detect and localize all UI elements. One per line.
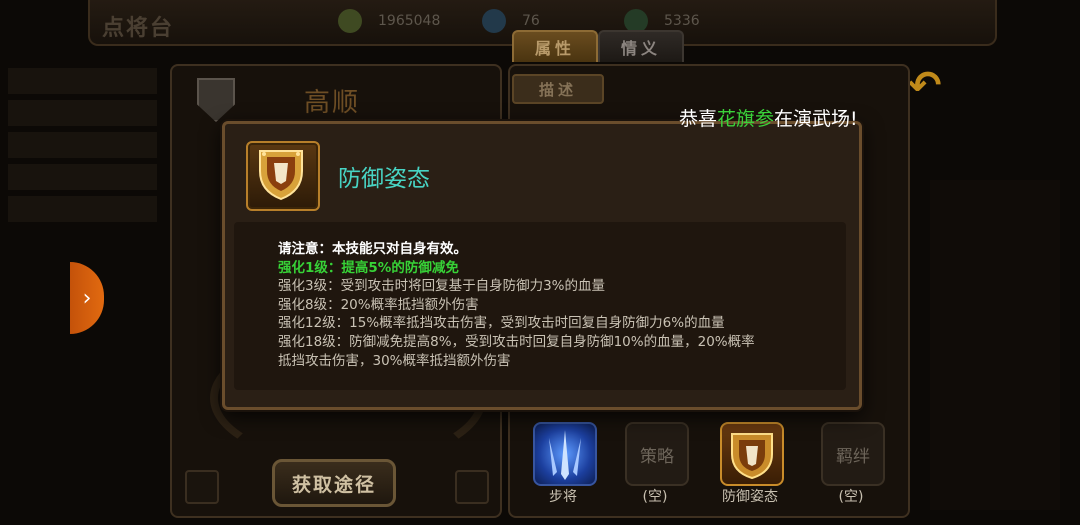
back-arrow-icon[interactable]: ↶ [908, 66, 952, 106]
skill-level-line: 抵挡攻击伤害，30%概率抵挡额外伤害 [278, 352, 511, 369]
tab-attributes[interactable]: 属性 [512, 30, 598, 62]
list-item[interactable] [8, 164, 157, 190]
side-decoration [930, 180, 1060, 510]
broadcast-message: 恭喜花旗参在演武场! [679, 104, 858, 131]
list-item[interactable] [8, 100, 157, 126]
broadcast-suffix: 在演武场! [774, 108, 858, 130]
chevron-right-icon: › [82, 285, 92, 311]
skill-slot-label: 步将 [549, 489, 577, 505]
list-item[interactable] [8, 196, 157, 222]
tab-bonds[interactable]: 情义 [598, 30, 684, 62]
resource-gem-value: 76 [522, 13, 540, 29]
skill-slot-strategy[interactable]: 策略 [625, 422, 689, 486]
skill-slot-label: (空) [642, 489, 668, 505]
coin-icon [338, 9, 362, 33]
shield-icon [731, 433, 773, 480]
shield-icon [259, 150, 303, 201]
resource-gold-value: 1965048 [378, 13, 441, 29]
page-title: 点将台 [102, 16, 175, 41]
skill-level-line: 强化3级：受到攻击时将回复基于自身防御力3%的血量 [278, 278, 606, 295]
broadcast-player: 花旗参 [717, 108, 775, 130]
obtain-source-button[interactable]: 获取途径 [272, 459, 396, 507]
corner-frame-icon [455, 470, 489, 504]
hero-list[interactable] [0, 62, 165, 292]
skill-level-line: 强化8级：20%概率抵挡额外伤害 [278, 296, 479, 313]
hero-name: 高顺 [304, 88, 361, 118]
list-item[interactable] [8, 68, 157, 94]
resource-energy-value: 5336 [664, 13, 700, 29]
skill-slot-infantry[interactable] [533, 422, 597, 486]
list-item[interactable] [8, 132, 157, 158]
skill-slot-defense[interactable] [720, 422, 784, 486]
skill-description: 请注意：本技能只对自身有效。 强化1级：提高5%的防御减免 强化3级：受到攻击时… [278, 240, 755, 370]
skill-level-line: 强化1级：提高5%的防御减免 [278, 259, 459, 276]
skill-level-line: 强化12级：15%概率抵挡攻击伤害，受到攻击时回复自身防御力6%的血量 [278, 315, 725, 332]
skill-slot-bond[interactable]: 羁绊 [821, 422, 885, 486]
skill-name: 防御姿态 [338, 166, 430, 192]
skill-slot-label: (空) [838, 489, 864, 505]
skill-slot-label: 防御姿态 [722, 489, 778, 505]
tab-description[interactable]: 描述 [512, 74, 604, 104]
skill-note: 请注意：本技能只对自身有效。 [278, 241, 467, 257]
broadcast-prefix: 恭喜 [679, 108, 718, 130]
corner-frame-icon [185, 470, 219, 504]
infantry-icon [549, 430, 581, 480]
skill-level-line: 强化18级：防御减免提高8%，受到攻击时回复自身防御10%的血量，20%概率 [278, 333, 755, 350]
gem-icon [482, 9, 506, 33]
resource-gold: 1965048 [338, 9, 440, 33]
skill-icon [246, 141, 320, 211]
